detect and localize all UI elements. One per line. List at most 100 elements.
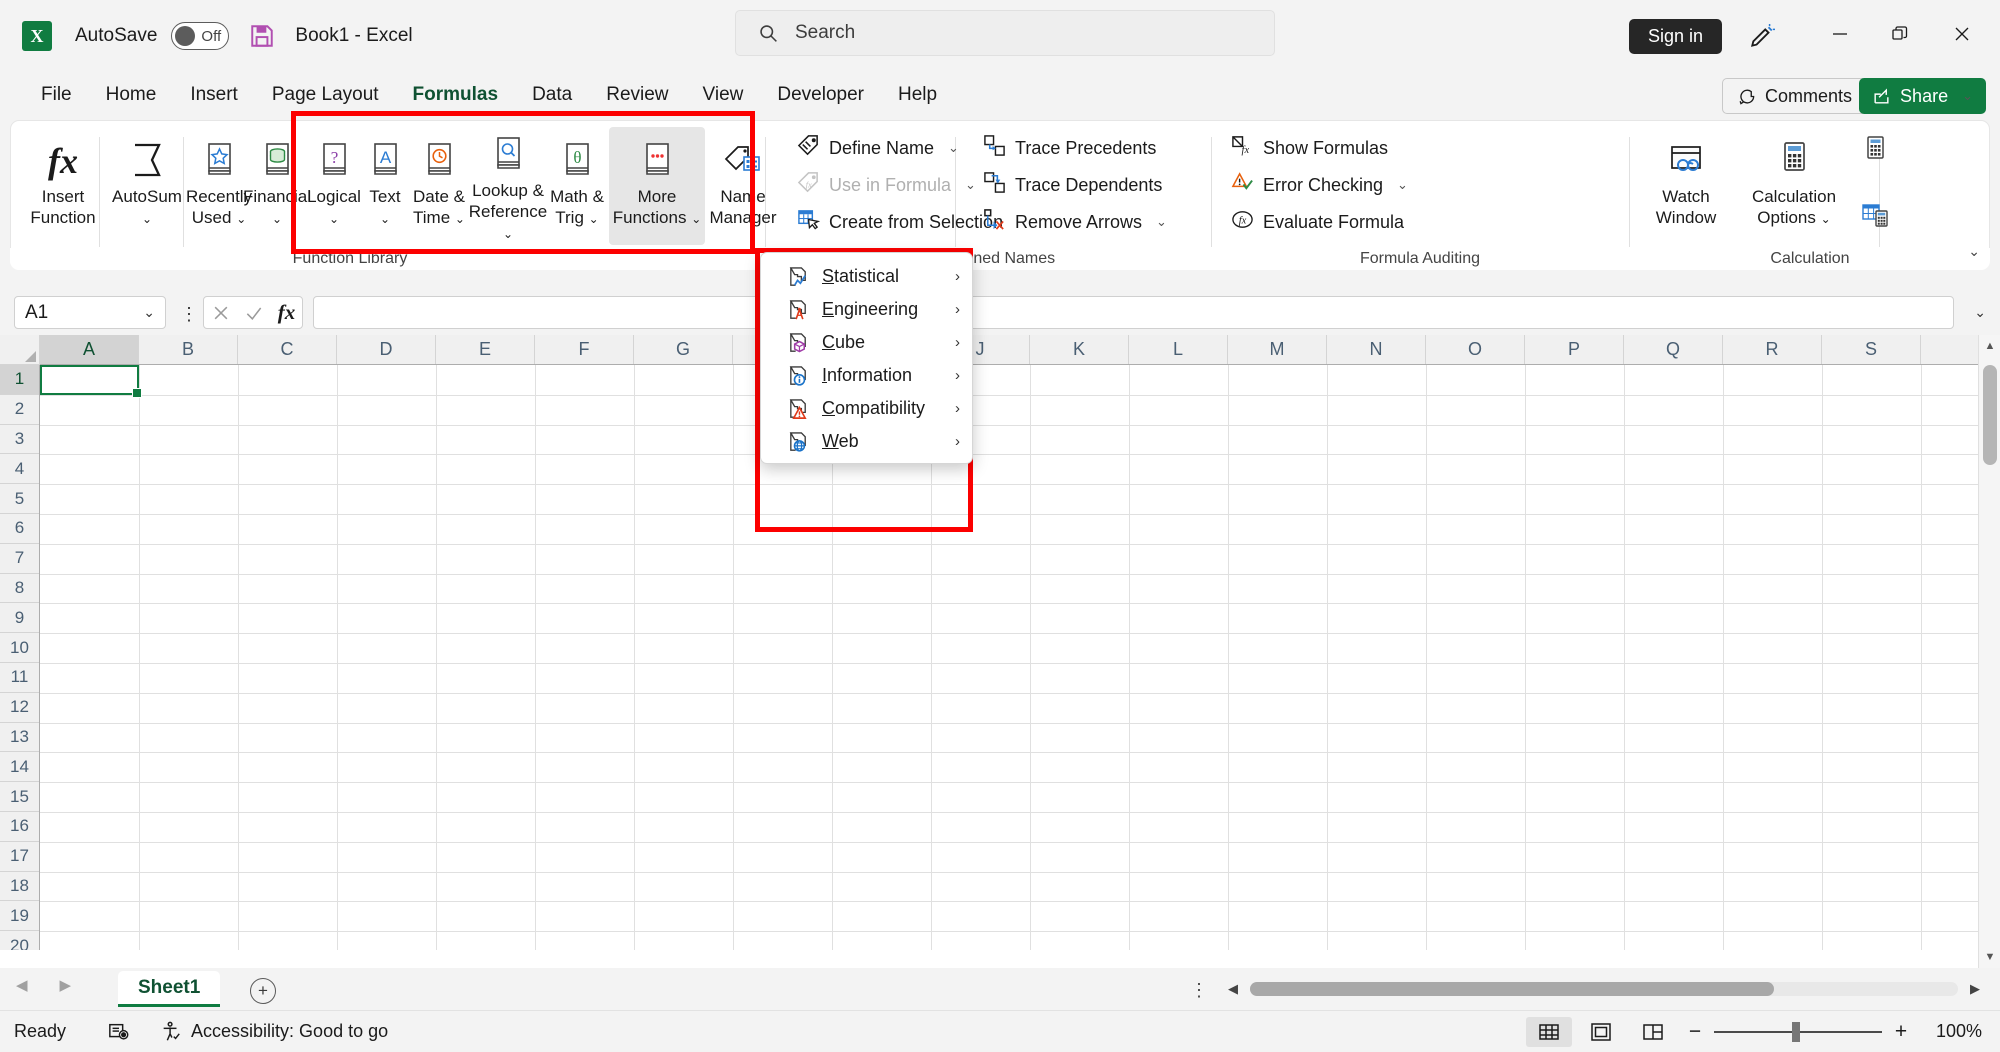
search-input[interactable]: Search [735, 10, 1275, 56]
text-button[interactable]: A Text ⌄ [363, 127, 407, 245]
row-header-9[interactable]: 9 [0, 603, 39, 634]
column-header-R[interactable]: R [1723, 335, 1822, 364]
more-functions-button[interactable]: More Functions ⌄ [609, 127, 705, 245]
row-header-2[interactable]: 2 [0, 394, 39, 425]
financial-button[interactable]: Financial ⌄ [243, 127, 311, 245]
menu-item-statistical[interactable]: Statistical › [761, 260, 972, 293]
restore-button[interactable] [1870, 8, 1930, 60]
row-header-5[interactable]: 5 [0, 484, 39, 514]
vertical-scroll-thumb[interactable] [1983, 365, 1997, 465]
row-header-7[interactable]: 7 [0, 543, 39, 574]
show-formulas-button[interactable]: fx Show Formulas [1227, 133, 1392, 163]
column-header-F[interactable]: F [535, 335, 634, 364]
column-header-K[interactable]: K [1030, 335, 1129, 364]
ribbon-tab-page-layout[interactable]: Page Layout [255, 75, 396, 115]
hscroll-left-icon[interactable]: ◀ [1222, 981, 1244, 997]
scroll-down-icon[interactable]: ▼ [1979, 946, 2000, 968]
column-header-C[interactable]: C [238, 335, 337, 364]
pen-annotation-icon[interactable] [1742, 17, 1782, 57]
lookup-reference-button[interactable]: Lookup & Reference ⌄ [469, 127, 547, 245]
column-header-N[interactable]: N [1327, 335, 1426, 364]
cancel-icon[interactable] [211, 303, 231, 323]
row-header-1[interactable]: 1 [0, 365, 39, 395]
evaluate-formula-button[interactable]: fx Evaluate Formula [1227, 207, 1408, 237]
column-header-D[interactable]: D [337, 335, 436, 364]
row-header-6[interactable]: 6 [0, 513, 39, 544]
ribbon-tab-formulas[interactable]: Formulas [396, 75, 516, 115]
ribbon-tab-file[interactable]: File [24, 75, 89, 115]
zoom-slider[interactable] [1714, 1021, 1882, 1042]
select-all-corner[interactable] [0, 335, 40, 365]
close-button[interactable] [1932, 8, 1992, 60]
row-header-17[interactable]: 17 [0, 841, 39, 872]
ribbon-tab-help[interactable]: Help [881, 75, 954, 115]
row-header-10[interactable]: 10 [0, 633, 39, 663]
sheet-prev-button[interactable]: ◀ [16, 976, 28, 994]
vertical-scrollbar[interactable]: ▲ ▼ [1978, 335, 2000, 968]
sheet-next-button[interactable]: ▶ [60, 976, 72, 994]
page-break-preview-button[interactable] [1630, 1017, 1676, 1047]
error-checking-button[interactable]: Error Checking ⌄ [1227, 170, 1412, 200]
save-icon[interactable] [249, 23, 275, 49]
column-header-P[interactable]: P [1525, 335, 1624, 364]
column-header-A[interactable]: A [40, 335, 139, 364]
accessibility-status-button[interactable]: Accessibility: Good to go [160, 1021, 388, 1043]
zoom-in-button[interactable]: + [1888, 1020, 1914, 1044]
ribbon-tab-developer[interactable]: Developer [760, 75, 881, 115]
remove-arrows-button[interactable]: Remove Arrows ⌄ [979, 207, 1171, 237]
recently-used-button[interactable]: Recently Used ⌄ [186, 127, 252, 245]
hscroll-thumb[interactable] [1250, 982, 1774, 996]
row-header-18[interactable]: 18 [0, 871, 39, 902]
grid-cells[interactable] [40, 365, 1978, 950]
create-from-selection-button[interactable]: Create from Selection [793, 207, 1007, 237]
sign-in-button[interactable]: Sign in [1628, 19, 1722, 54]
row-header-8[interactable]: 8 [0, 573, 39, 604]
zoom-slider-handle[interactable] [1792, 1021, 1800, 1042]
row-header-3[interactable]: 3 [0, 424, 39, 455]
row-header-4[interactable]: 4 [0, 454, 39, 485]
column-header-L[interactable]: L [1129, 335, 1228, 364]
row-header-16[interactable]: 16 [0, 811, 39, 842]
sheet-tab-sheet1[interactable]: Sheet1 [118, 971, 221, 1007]
define-name-chevron-icon[interactable]: ⌄ [948, 140, 959, 156]
row-header-19[interactable]: 19 [0, 901, 39, 932]
use-in-formula-chevron-icon[interactable]: ⌄ [965, 177, 976, 193]
ribbon-tab-view[interactable]: View [686, 75, 761, 115]
name-manager-button[interactable]: Name Manager [697, 127, 789, 245]
page-layout-view-button[interactable] [1578, 1017, 1624, 1047]
watch-window-button[interactable]: Watch Window [1645, 127, 1727, 245]
share-button[interactable]: Share ⌄ [1859, 78, 1986, 114]
macro-record-button[interactable] [108, 1021, 130, 1043]
ribbon-tab-data[interactable]: Data [515, 75, 589, 115]
formula-input[interactable] [313, 296, 1954, 329]
expand-formula-bar-icon[interactable]: ⌄ [1974, 304, 1986, 321]
selected-cell-a1[interactable] [40, 365, 142, 398]
row-header-20[interactable]: 20 [0, 931, 39, 950]
column-header-S[interactable]: S [1822, 335, 1921, 364]
trace-precedents-button[interactable]: Trace Precedents [979, 133, 1160, 163]
insert-function-icon[interactable]: fx [278, 300, 296, 325]
autosum-button[interactable]: AutoSum ⌄ [107, 127, 187, 245]
menu-item-web[interactable]: Web › [761, 425, 972, 458]
horizontal-scrollbar[interactable]: ◀ ▶ [1222, 977, 1986, 1001]
row-header-14[interactable]: 14 [0, 752, 39, 783]
menu-item-cube[interactable]: Cube › [761, 326, 972, 359]
calculate-sheet-button[interactable] [1857, 201, 1893, 231]
menu-item-engineering[interactable]: Engineering › [761, 293, 972, 326]
name-box-chevron-icon[interactable]: ⌄ [143, 304, 155, 321]
zoom-out-button[interactable]: − [1682, 1020, 1708, 1044]
column-header-Q[interactable]: Q [1624, 335, 1723, 364]
calculation-options-button[interactable]: Calculation Options ⌄ [1741, 127, 1847, 245]
ribbon-tab-home[interactable]: Home [89, 75, 174, 115]
calculate-now-button[interactable] [1857, 135, 1893, 165]
formula-bar-more-icon[interactable]: ⋮ [180, 304, 198, 325]
ribbon-tab-review[interactable]: Review [589, 75, 685, 115]
row-header-12[interactable]: 12 [0, 692, 39, 723]
math-trig-button[interactable]: θ Math & Trig ⌄ [546, 127, 608, 245]
sheet-options-icon[interactable]: ⋮ [1190, 980, 1208, 1001]
insert-function-button[interactable]: fx Insert Function [27, 127, 99, 245]
row-header-11[interactable]: 11 [0, 662, 39, 693]
define-name-button[interactable]: Define Name ⌄ [793, 133, 963, 163]
error-checking-chevron-icon[interactable]: ⌄ [1397, 177, 1408, 193]
scroll-up-icon[interactable]: ▲ [1979, 335, 2000, 357]
